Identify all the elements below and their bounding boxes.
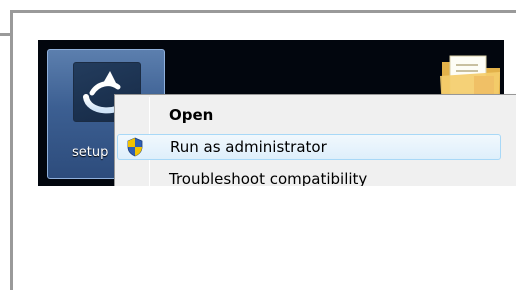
frame-left-border-lower [10,186,13,290]
frame-top-border [10,10,516,13]
uac-shield-icon [126,137,144,157]
screenshot-canvas: setup Open Run as administrator Troubles… [0,0,516,290]
menu-item-label: Open [169,106,214,124]
menu-item-run-as-administrator[interactable]: Run as administrator [117,134,501,160]
desktop-icon-label: setup [72,145,109,160]
menu-item-label: Run as administrator [170,138,327,156]
blank-area [0,186,516,290]
frame-corner-stub [0,33,13,36]
menu-item-open[interactable]: Open [117,103,501,129]
